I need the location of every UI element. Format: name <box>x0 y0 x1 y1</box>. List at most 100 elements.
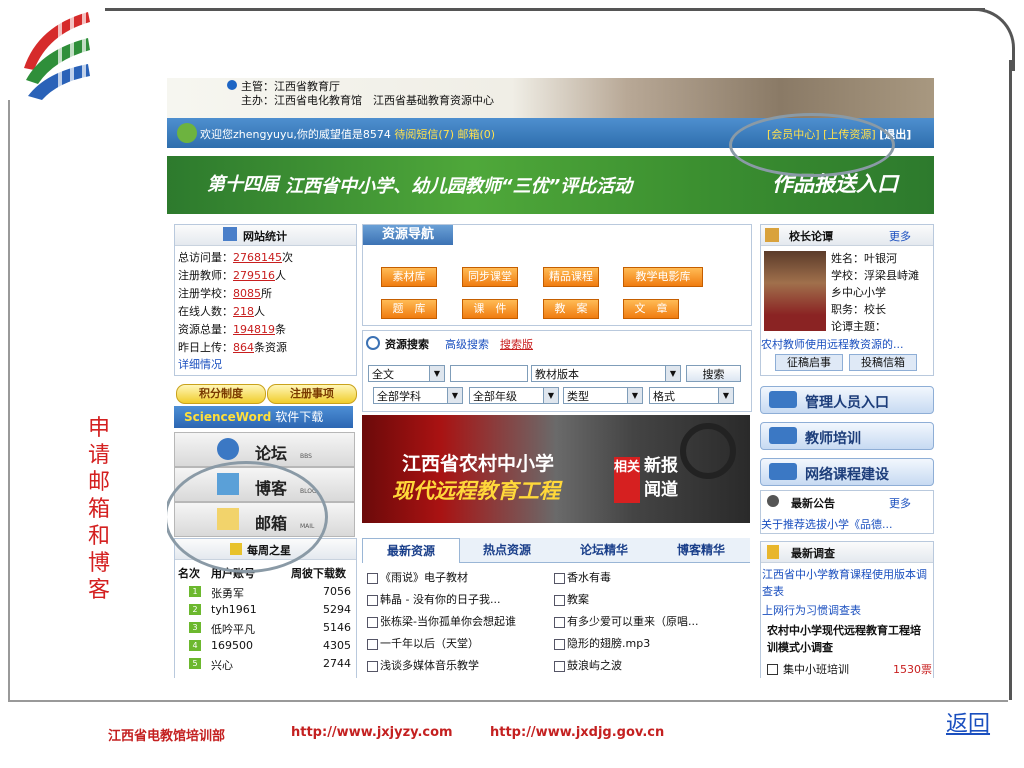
promo-line-1: 江西省农村中小学 <box>402 453 555 475</box>
principal-title: 校长论谭 更多 <box>761 225 933 246</box>
resource-item[interactable]: 浅谈多媒体音乐教学 <box>367 657 479 673</box>
chevron-down-icon: ▼ <box>627 388 642 403</box>
grade-select[interactable]: 全部年级 ▼ <box>469 387 559 404</box>
search-title: 资源搜索 <box>385 338 429 351</box>
promo-tag-report: 闻道 <box>644 480 678 500</box>
slide-frame-corner <box>960 8 1015 71</box>
resource-item[interactable]: 鼓浪屿之波 <box>554 657 622 673</box>
notice-more-link[interactable]: 更多 <box>889 495 911 511</box>
survey-option-checkbox[interactable] <box>767 664 778 675</box>
document-icon <box>367 616 378 628</box>
type-select[interactable]: 类型 ▼ <box>563 387 643 404</box>
scienceword-download[interactable]: ScienceWord 软件下载 <box>174 406 353 428</box>
header-host: 主办：江西省电化教育馆 江西省基础教育资源中心 <box>241 94 494 107</box>
banner-edition: 第十四届 <box>207 174 279 195</box>
slide-frame-top <box>105 8 985 11</box>
chevron-down-icon: ▼ <box>429 366 444 381</box>
principal-panel: 校长论谭 更多 姓名：叶银河 学校：浮梁县峙滩 乡中心小学 职务：校长 论谭主题… <box>760 224 934 376</box>
tab-latest[interactable]: 最新资源 <box>362 538 460 563</box>
nav-quality-courses[interactable]: 精品课程 <box>543 267 599 287</box>
resource-item[interactable]: 有多少爱可以重来（原唱... <box>554 613 699 629</box>
survey-item[interactable]: 江西省中小学教育课程使用版本调查表 <box>762 566 932 600</box>
resource-item[interactable]: 教案 <box>554 591 589 607</box>
stat-row: 总访问量：2768145次 <box>178 251 293 264</box>
tab-hot[interactable]: 热点资源 <box>459 538 555 562</box>
nav-sync-class[interactable]: 同步课堂 <box>462 267 518 287</box>
slide-logo-icon <box>24 12 90 102</box>
footer-url-1: http://www.jxjyzy.com <box>291 725 453 740</box>
principal-photo <box>764 251 826 331</box>
principal-school-2: 乡中心小学 <box>831 286 886 299</box>
document-icon <box>367 572 378 584</box>
version-select[interactable]: 教材版本 ▼ <box>531 365 681 382</box>
scope-select[interactable]: 全文 ▼ <box>368 365 445 382</box>
mailbox-link[interactable]: 邮箱(0) <box>458 128 496 141</box>
advanced-search-link[interactable]: 高级搜索 <box>445 336 489 352</box>
remote-education-banner[interactable]: 江西省农村中小学 现代远程教育工程 相关 新报 闻道 <box>362 415 750 523</box>
people-icon <box>217 438 239 460</box>
resource-item[interactable]: 一千年以后（天堂） <box>367 635 479 651</box>
nav-materials[interactable]: 素材库 <box>381 267 437 287</box>
document-icon <box>367 594 378 606</box>
details-link[interactable]: 详细情况 <box>178 356 222 372</box>
document-icon <box>367 638 378 650</box>
survey-highlight: 农村中小学现代远程教育工程培训模式小调查 <box>767 624 921 654</box>
pencil-icon <box>767 545 779 559</box>
slide-frame-left <box>8 100 10 700</box>
admin-entry-button[interactable]: 管理人员入口 <box>760 386 934 414</box>
nav-articles[interactable]: 文 章 <box>623 299 679 319</box>
messages-link[interactable]: 待阅短信(7) <box>394 128 454 141</box>
principal-topic: 论谭主题： <box>831 320 886 333</box>
principal-link[interactable]: 农村教师使用远程教资源的... <box>761 336 904 352</box>
footer-org: 江西省电教馆培训部 <box>108 729 226 744</box>
nav-lesson-plans[interactable]: 教 案 <box>543 299 599 319</box>
stat-row: 资源总量：194819条 <box>178 323 286 336</box>
search-icon <box>366 336 380 350</box>
document-icon <box>554 660 565 672</box>
principal-name: 姓名：叶银河 <box>831 252 897 265</box>
search-bar-link[interactable]: 搜索版 <box>500 336 533 352</box>
resource-item[interactable]: 香水有毒 <box>554 569 611 585</box>
nav-courseware[interactable]: 课 件 <box>462 299 518 319</box>
document-icon <box>554 594 565 606</box>
subject-select[interactable]: 全部学科 ▼ <box>373 387 463 404</box>
online-course-button[interactable]: 网络课程建设 <box>760 458 934 486</box>
banner-title: 江西省中小学、幼儿园教师“三优”评比活动 <box>285 176 633 197</box>
teacher-training-button[interactable]: 教师培训 <box>760 422 934 450</box>
document-icon <box>554 572 565 584</box>
register-info-button[interactable]: 注册事项 <box>267 384 357 404</box>
survey-votes: 1530票 <box>893 663 932 676</box>
arrow-icon <box>769 463 797 480</box>
stat-row: 注册学校：8085所 <box>178 287 272 300</box>
notice-panel: 最新公告 更多 关于推荐选拔小学《品德... <box>760 490 934 534</box>
slide-frame-right <box>1009 60 1012 700</box>
survey-item[interactable]: 上网行为习惯调查表 <box>762 602 861 618</box>
speaker-icon <box>767 495 779 507</box>
submission-mailbox-button[interactable]: 投稿信箱 <box>849 354 917 371</box>
slide-frame-bottom <box>8 700 1008 702</box>
tab-forum-best[interactable]: 论坛精华 <box>556 538 652 562</box>
stat-row: 注册教师：279516人 <box>178 269 286 282</box>
points-rule-button[interactable]: 积分制度 <box>176 384 266 404</box>
promo-tag-related: 相关 <box>614 457 640 503</box>
stat-row: 昨日上传：864条资源 <box>178 341 287 354</box>
nav-movies[interactable]: 教学电影库 <box>623 267 703 287</box>
format-select[interactable]: 格式 ▼ <box>649 387 734 404</box>
notice-item[interactable]: 关于推荐选拔小学《品德... <box>761 516 893 532</box>
survey-title: 最新调查 <box>761 542 933 563</box>
survey-panel: 最新调查 江西省中小学教育课程使用版本调查表 上网行为习惯调查表 农村中小学现代… <box>760 541 934 678</box>
resource-item[interactable]: 韩晶 - 没有你的日子我... <box>367 591 500 607</box>
search-button[interactable]: 搜索 <box>686 365 741 382</box>
resource-item[interactable]: 隐形的翅膀.mp3 <box>554 635 650 651</box>
keyword-input[interactable] <box>450 365 528 382</box>
chevron-down-icon: ▼ <box>447 388 462 403</box>
back-link[interactable]: 返回 <box>946 706 990 738</box>
tab-blog-best[interactable]: 博客精华 <box>653 538 749 562</box>
chevron-down-icon: ▼ <box>718 388 733 403</box>
nav-question-bank[interactable]: 题 库 <box>381 299 437 319</box>
survey-option: 集中小班培训 <box>783 663 849 676</box>
resource-item[interactable]: 张栋梁-当你孤单你会想起谁 <box>367 613 516 629</box>
principal-more-link[interactable]: 更多 <box>889 228 911 244</box>
call-for-papers-button[interactable]: 征稿启事 <box>775 354 843 371</box>
resource-item[interactable]: 《雨说》电子教材 <box>367 569 468 585</box>
